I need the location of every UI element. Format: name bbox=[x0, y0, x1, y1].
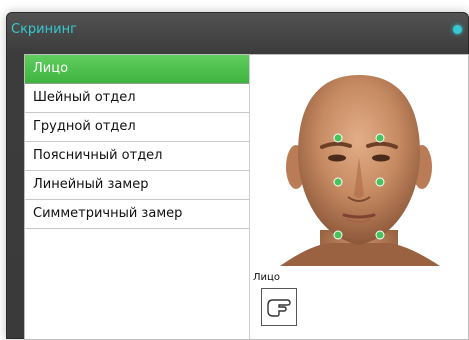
landmark-jaw-left[interactable] bbox=[333, 230, 343, 240]
menu-item-thoracic[interactable]: Грудной отдел bbox=[25, 113, 249, 142]
menu-item-linear-measure[interactable]: Линейный замер bbox=[25, 171, 249, 200]
landmark-cheek-left[interactable] bbox=[333, 177, 343, 187]
menu-item-symmetric-measure[interactable]: Симметричный замер bbox=[25, 200, 249, 229]
face-section-label: Лицо bbox=[253, 272, 280, 283]
landmark-cheek-right[interactable] bbox=[375, 177, 385, 187]
menu-item-face[interactable]: Лицо bbox=[25, 55, 249, 84]
window-title: Скрининг bbox=[11, 22, 77, 37]
hand-pointer-icon bbox=[267, 299, 291, 317]
landmark-jaw-right[interactable] bbox=[375, 230, 385, 240]
landmark-brow-right[interactable] bbox=[375, 133, 385, 143]
menu-item-lumbar[interactable]: Поясничный отдел bbox=[25, 142, 249, 171]
content-panel: Лицо Шейный отдел Грудной отдел Поясничн… bbox=[24, 54, 469, 340]
screening-window: Скрининг Лицо Шейный отдел Грудной отдел… bbox=[6, 12, 469, 340]
face-image-panel bbox=[250, 55, 468, 266]
body-region-menu: Лицо Шейный отдел Грудной отдел Поясничн… bbox=[25, 55, 250, 339]
face-illustration bbox=[280, 75, 440, 266]
landmark-brow-left[interactable] bbox=[333, 133, 343, 143]
status-indicator-icon bbox=[453, 25, 462, 34]
menu-item-cervical[interactable]: Шейный отдел bbox=[25, 84, 249, 113]
title-bar: Скрининг bbox=[7, 13, 468, 47]
hand-tool-button[interactable] bbox=[261, 288, 297, 326]
